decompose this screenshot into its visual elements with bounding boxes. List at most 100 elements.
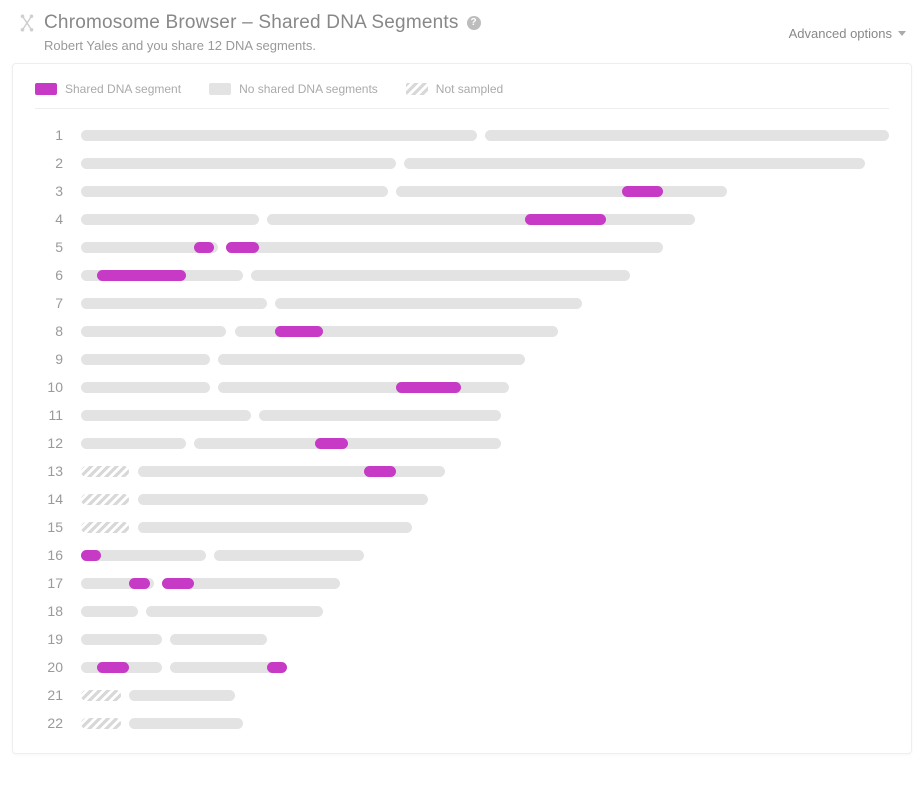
chromosome-arm <box>81 186 388 197</box>
chromosome-track[interactable] <box>81 242 889 253</box>
chromosome-track[interactable] <box>81 270 889 281</box>
chromosome-track[interactable] <box>81 522 889 533</box>
arm-not-sampled <box>81 494 129 505</box>
chromosome-arm <box>214 550 363 561</box>
chromosome-arm <box>275 298 582 309</box>
shared-segment[interactable] <box>396 382 461 393</box>
chromosome-track[interactable] <box>81 410 889 421</box>
shared-segment[interactable] <box>226 242 258 253</box>
chromosome-label: 5 <box>35 239 63 255</box>
chromosome-track[interactable] <box>81 130 889 141</box>
swatch-not-sampled-icon <box>406 83 428 95</box>
advanced-options-label: Advanced options <box>789 26 892 41</box>
chromosome-label: 12 <box>35 435 63 451</box>
chromosome-label: 15 <box>35 519 63 535</box>
chromosome-track[interactable] <box>81 438 889 449</box>
chromosome-label: 6 <box>35 267 63 283</box>
chromosome-label: 7 <box>35 295 63 311</box>
shared-segment[interactable] <box>364 466 396 477</box>
chromosome-rows: 12345678910111213141516171819202122 <box>35 127 889 731</box>
chromosome-track[interactable] <box>81 214 889 225</box>
header-left: Chromosome Browser – Shared DNA Segments… <box>18 12 481 53</box>
chromosome-label: 9 <box>35 351 63 367</box>
help-icon[interactable]: ? <box>467 16 481 30</box>
chromosome-label: 21 <box>35 687 63 703</box>
chromosome-row: 4 <box>35 211 889 227</box>
chromosome-track[interactable] <box>81 662 889 673</box>
chromosome-arm <box>81 382 210 393</box>
chromosome-label: 4 <box>35 211 63 227</box>
chromosome-arm <box>218 354 525 365</box>
chromosome-row: 8 <box>35 323 889 339</box>
shared-segment[interactable] <box>525 214 606 225</box>
chromosome-row: 9 <box>35 351 889 367</box>
arm-not-sampled <box>81 466 129 477</box>
chromosome-label: 3 <box>35 183 63 199</box>
chevron-down-icon <box>898 31 906 36</box>
chromosome-arm <box>226 242 662 253</box>
chromosome-track[interactable] <box>81 606 889 617</box>
chromosome-track[interactable] <box>81 354 889 365</box>
chromosome-arm <box>81 130 477 141</box>
shared-segment[interactable] <box>275 326 323 337</box>
chromosome-row: 6 <box>35 267 889 283</box>
shared-segment[interactable] <box>622 186 662 197</box>
chromosome-track[interactable] <box>81 494 889 505</box>
chromosome-arm <box>138 494 429 505</box>
chromosome-label: 16 <box>35 547 63 563</box>
chromosome-track[interactable] <box>81 298 889 309</box>
chromosome-track[interactable] <box>81 718 889 729</box>
chromosome-row: 5 <box>35 239 889 255</box>
chromosome-arm <box>396 186 727 197</box>
chromosome-track[interactable] <box>81 158 889 169</box>
swatch-shared-icon <box>35 83 57 95</box>
chromosome-track[interactable] <box>81 382 889 393</box>
shared-segment[interactable] <box>315 438 347 449</box>
chromosome-arm <box>404 158 865 169</box>
legend: Shared DNA segment No shared DNA segment… <box>35 82 889 109</box>
shared-segment[interactable] <box>162 578 194 589</box>
header: Chromosome Browser – Shared DNA Segments… <box>12 12 912 63</box>
chromosome-track[interactable] <box>81 326 889 337</box>
chromosome-row: 7 <box>35 295 889 311</box>
chromosome-arm <box>194 438 501 449</box>
shared-segment[interactable] <box>97 662 129 673</box>
shared-segment[interactable] <box>97 270 186 281</box>
legend-not-sampled: Not sampled <box>406 82 503 96</box>
chromosome-row: 15 <box>35 519 889 535</box>
chromosome-row: 16 <box>35 547 889 563</box>
shared-segment[interactable] <box>267 662 287 673</box>
chromosome-arm <box>81 606 138 617</box>
chromosome-arm <box>146 606 324 617</box>
chromosome-track[interactable] <box>81 690 889 701</box>
chromosome-track[interactable] <box>81 634 889 645</box>
shared-segment[interactable] <box>129 578 149 589</box>
chromosome-arm <box>129 718 242 729</box>
chromosome-arm <box>251 270 631 281</box>
chromosome-arm <box>170 634 267 645</box>
chromosome-track[interactable] <box>81 186 889 197</box>
chromosome-label: 13 <box>35 463 63 479</box>
subtitle: Robert Yales and you share 12 DNA segmen… <box>44 38 481 53</box>
legend-shared-label: Shared DNA segment <box>65 82 181 96</box>
title-row: Chromosome Browser – Shared DNA Segments… <box>18 12 481 34</box>
chromosome-row: 2 <box>35 155 889 171</box>
chromosome-arm <box>81 298 267 309</box>
chromosome-row: 17 <box>35 575 889 591</box>
shared-segment[interactable] <box>194 242 214 253</box>
legend-not-sampled-label: Not sampled <box>436 82 503 96</box>
chromosome-track[interactable] <box>81 466 889 477</box>
chromosome-label: 10 <box>35 379 63 395</box>
chromosome-row: 22 <box>35 715 889 731</box>
chromosome-arm <box>81 438 186 449</box>
chromosome-row: 20 <box>35 659 889 675</box>
chromosome-track[interactable] <box>81 578 889 589</box>
chromosome-label: 20 <box>35 659 63 675</box>
chromosome-arm <box>267 214 695 225</box>
shared-segment[interactable] <box>81 550 101 561</box>
chromosome-arm <box>259 410 501 421</box>
chromosome-track[interactable] <box>81 550 889 561</box>
chromosome-label: 8 <box>35 323 63 339</box>
chromosome-arm <box>129 690 234 701</box>
advanced-options-button[interactable]: Advanced options <box>789 12 906 41</box>
